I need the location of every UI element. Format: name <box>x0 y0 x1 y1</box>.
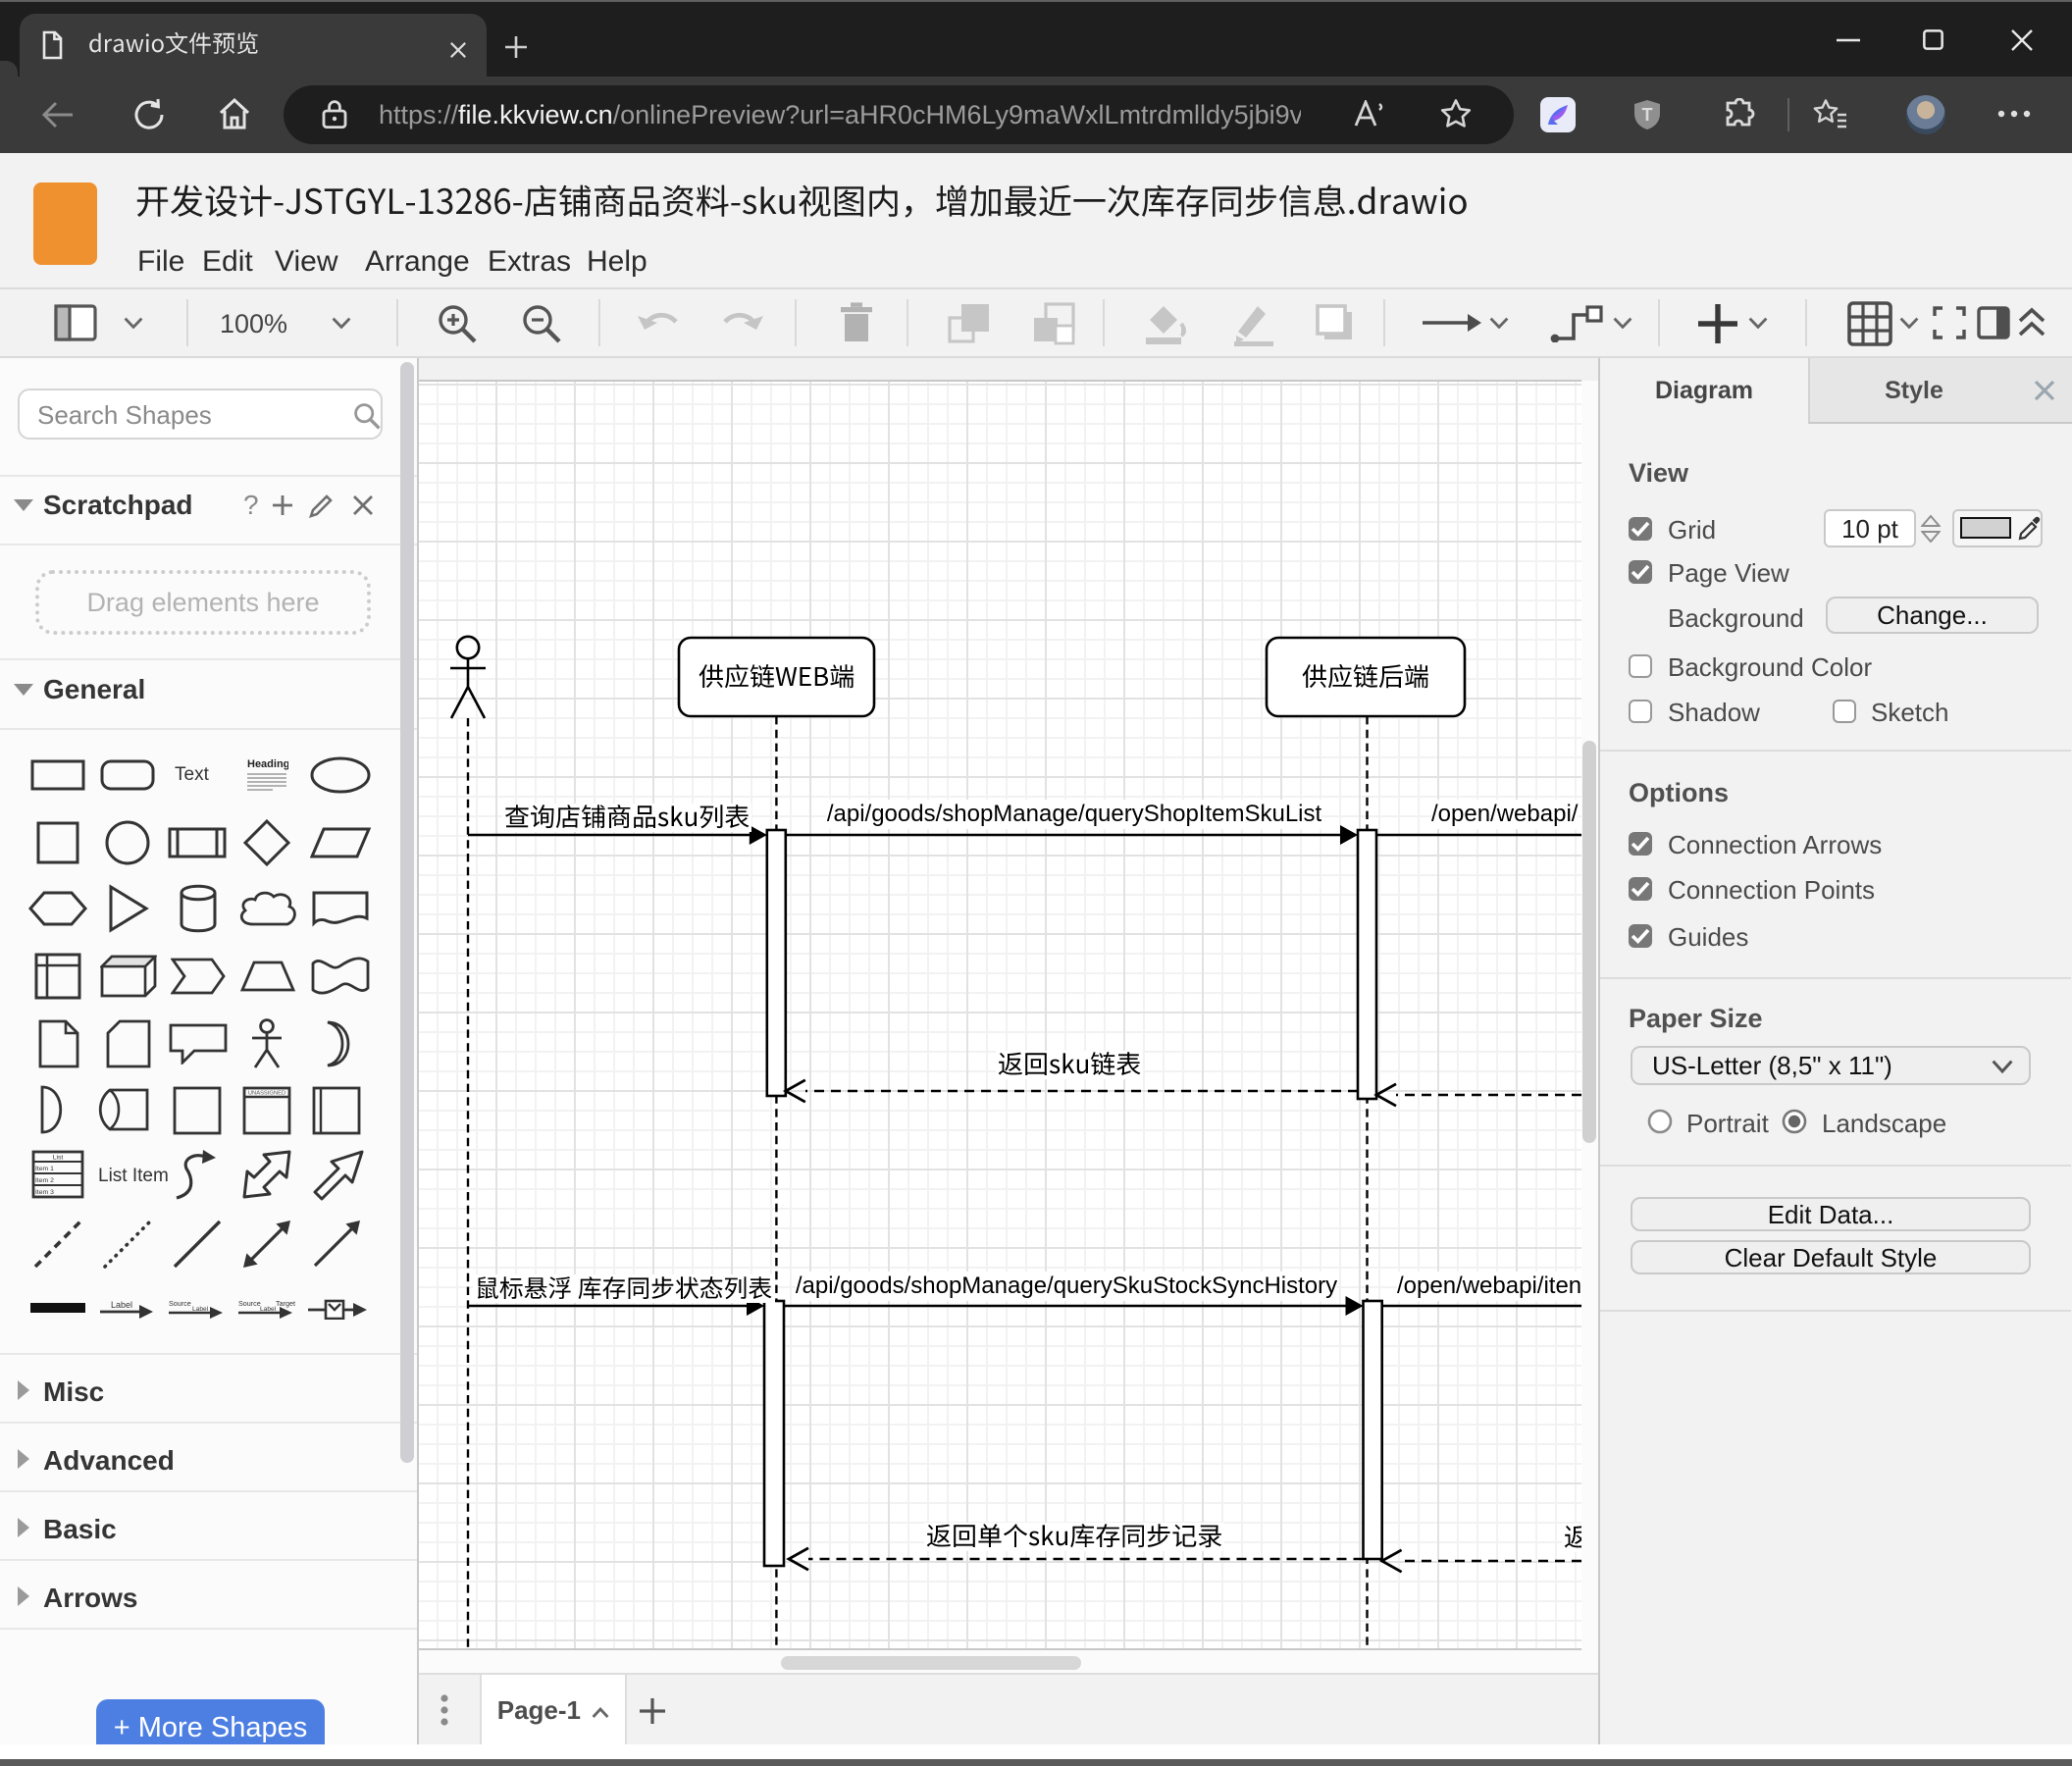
svg-text:List: List <box>53 1154 64 1161</box>
svg-text:Item 2: Item 2 <box>35 1177 54 1184</box>
svg-text:Heading: Heading <box>247 758 288 770</box>
svg-text:Item 3: Item 3 <box>35 1189 54 1196</box>
svg-text:Label: Label <box>192 1306 209 1313</box>
svg-text:Item 1: Item 1 <box>35 1166 54 1172</box>
svg-text:Target: Target <box>276 1299 295 1308</box>
svg-text:Source: Source <box>238 1299 261 1308</box>
svg-text:Source: Source <box>169 1299 191 1308</box>
svg-text:Label: Label <box>260 1306 277 1313</box>
svg-text:Label: Label <box>111 1300 132 1310</box>
svg-text:UNASSIGNED: UNASSIGNED <box>248 1091 285 1097</box>
svg-text:T: T <box>1642 105 1653 125</box>
